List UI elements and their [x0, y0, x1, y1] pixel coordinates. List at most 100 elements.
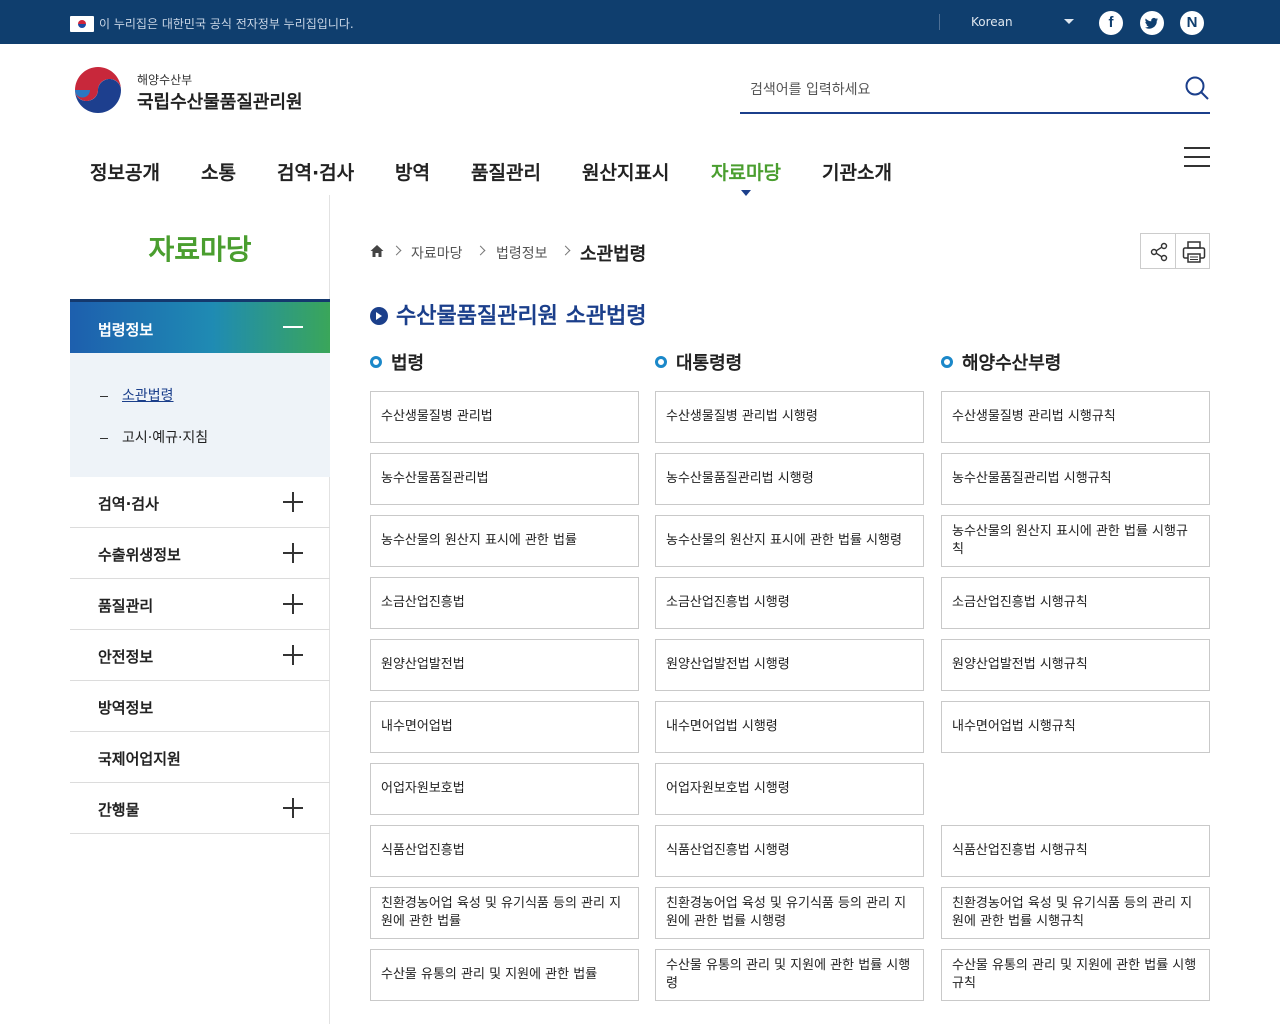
law-link-label: 수산물 유통의 관리 및 지원에 관한 법률 시행규칙: [952, 958, 1197, 991]
law-link[interactable]: 원양산업발전법: [370, 639, 639, 691]
chevron-right-icon: [391, 245, 402, 256]
law-link[interactable]: 내수면어업법: [370, 701, 639, 753]
sidebar-item-label: 간행물: [98, 801, 140, 819]
search-input[interactable]: [750, 78, 1150, 102]
law-link[interactable]: 식품산업진흥법: [370, 825, 639, 877]
print-icon[interactable]: [1182, 241, 1206, 263]
sidebar-item-label: 수출위생정보: [98, 546, 181, 564]
sidebar-item-label: 안전정보: [98, 648, 154, 666]
expand-icon[interactable]: [283, 543, 303, 563]
expand-icon[interactable]: [283, 798, 303, 818]
law-link[interactable]: 농수산물의 원산지 표시에 관한 법률: [370, 515, 639, 567]
sidebar-item-quality[interactable]: 품질관리: [70, 579, 330, 630]
breadcrumb-laws[interactable]: 법령정보: [496, 243, 548, 263]
law-link[interactable]: 농수산물의 원산지 표시에 관한 법률 시행령: [655, 515, 924, 567]
naver-icon[interactable]: N: [1180, 11, 1204, 35]
sidebar-item-quarantine[interactable]: 검역·검사: [70, 477, 330, 528]
divider: [939, 14, 940, 30]
sidebar-item-label: 방역정보: [98, 699, 154, 717]
collapse-icon[interactable]: [283, 326, 303, 328]
law-link[interactable]: 소금산업진흥법: [370, 577, 639, 629]
law-link[interactable]: 원양산업발전법 시행규칙: [941, 639, 1210, 691]
sidebar-item-publications[interactable]: 간행물: [70, 783, 330, 834]
law-link-label: 내수면어업법 시행규칙: [952, 719, 1076, 734]
law-link[interactable]: 수산물 유통의 관리 및 지원에 관한 법률 시행령: [655, 949, 924, 1001]
facebook-icon[interactable]: f: [1099, 11, 1123, 35]
expand-icon[interactable]: [283, 645, 303, 665]
law-link[interactable]: 농수산물품질관리법 시행규칙: [941, 453, 1210, 505]
law-link-label: 수산물 유통의 관리 및 지원에 관한 법률: [381, 967, 598, 982]
share-icon[interactable]: [1149, 242, 1169, 262]
chevron-right-icon: [560, 245, 571, 256]
gnb-data-room[interactable]: 자료마당: [711, 158, 781, 185]
expand-icon[interactable]: [283, 594, 303, 614]
law-link-label: 수산생물질병 관리법: [381, 409, 493, 424]
sidebar-subitem-notices[interactable]: 고시·예규·지침: [100, 427, 208, 447]
law-link[interactable]: 수산생물질병 관리법 시행규칙: [941, 391, 1210, 443]
gov-notice: 이 누리집은 대한민국 공식 전자정부 누리집입니다.: [99, 17, 354, 31]
law-link-label: 소금산업진흥법: [381, 595, 465, 610]
language-select[interactable]: Korean: [971, 15, 1013, 29]
law-link[interactable]: 식품산업진흥법 시행령: [655, 825, 924, 877]
gnb-communication[interactable]: 소통: [201, 158, 236, 185]
law-link[interactable]: 소금산업진흥법 시행규칙: [941, 577, 1210, 629]
twitter-icon[interactable]: [1140, 11, 1164, 35]
law-link[interactable]: 어업자원보호법: [370, 763, 639, 815]
gnb-disease-control[interactable]: 방역: [395, 158, 430, 185]
government-logo-icon[interactable]: [73, 65, 123, 115]
law-link[interactable]: 원양산업발전법 시행령: [655, 639, 924, 691]
sidebar-subitem-jurisdiction-laws[interactable]: 소관법령: [100, 385, 174, 405]
chevron-down-icon[interactable]: [1064, 19, 1074, 24]
law-link[interactable]: 내수면어업법 시행령: [655, 701, 924, 753]
org-name[interactable]: 국립수산물품질관리원: [137, 88, 303, 114]
law-link[interactable]: 수산생물질병 관리법: [370, 391, 639, 443]
sidebar-item-export-hygiene[interactable]: 수출위생정보: [70, 528, 330, 579]
sidebar-item-disease-control[interactable]: 방역정보: [70, 681, 330, 732]
law-link-label: 농수산물의 원산지 표시에 관한 법률 시행규칙: [952, 524, 1188, 557]
law-link-label: 어업자원보호법 시행령: [666, 781, 790, 796]
law-link[interactable]: 농수산물품질관리법 시행령: [655, 453, 924, 505]
law-link[interactable]: 수산물 유통의 관리 및 지원에 관한 법률 시행규칙: [941, 949, 1210, 1001]
law-link[interactable]: 농수산물의 원산지 표시에 관한 법률 시행규칙: [941, 515, 1210, 567]
law-link-label: 친환경농어업 육성 및 유기식품 등의 관리 지원에 관한 법률 시행규칙: [952, 896, 1193, 929]
law-link-label: 소금산업진흥법 시행규칙: [952, 595, 1088, 610]
circle-bullet-icon: [941, 356, 953, 368]
page-title: 수산물품질관리원 소관법령: [370, 298, 647, 330]
circle-bullet-icon: [370, 356, 382, 368]
law-link-label: 수산생물질병 관리법 시행령: [666, 409, 818, 424]
search-icon[interactable]: [1184, 75, 1210, 101]
hamburger-menu-icon[interactable]: [1184, 147, 1210, 167]
chevron-right-icon: [475, 245, 486, 256]
korean-flag-icon: [70, 16, 94, 32]
home-icon[interactable]: [370, 244, 384, 258]
law-link-label: 농수산물품질관리법 시행령: [666, 471, 814, 486]
expand-icon[interactable]: [283, 492, 303, 512]
law-link[interactable]: 수산생물질병 관리법 시행령: [655, 391, 924, 443]
gnb-info-disclosure[interactable]: 정보공개: [90, 158, 160, 185]
law-link-label: 친환경농어업 육성 및 유기식품 등의 관리 지원에 관한 법률 시행령: [666, 896, 907, 929]
breadcrumb-data-room[interactable]: 자료마당: [411, 243, 463, 263]
law-link[interactable]: 친환경농어업 육성 및 유기식품 등의 관리 지원에 관한 법률: [370, 887, 639, 939]
law-link-label: 농수산물품질관리법: [381, 471, 489, 486]
law-link[interactable]: 친환경농어업 육성 및 유기식품 등의 관리 지원에 관한 법률 시행령: [655, 887, 924, 939]
law-link[interactable]: 농수산물품질관리법: [370, 453, 639, 505]
law-link-label: 농수산물품질관리법 시행규칙: [952, 471, 1112, 486]
column-header-acts: 법령: [370, 349, 424, 375]
breadcrumb-current: 소관법령: [580, 244, 647, 265]
law-link-label: 어업자원보호법: [381, 781, 465, 796]
law-link[interactable]: 소금산업진흥법 시행령: [655, 577, 924, 629]
gnb-origin-labeling[interactable]: 원산지표시: [582, 158, 669, 185]
law-link[interactable]: 어업자원보호법 시행령: [655, 763, 924, 815]
law-link[interactable]: 내수면어업법 시행규칙: [941, 701, 1210, 753]
title-bullet-icon: [370, 307, 388, 325]
gnb-quarantine-inspection[interactable]: 검역·검사: [277, 158, 354, 185]
gnb-about[interactable]: 기관소개: [822, 158, 892, 185]
law-link-label: 내수면어업법 시행령: [666, 719, 778, 734]
sidebar-item-safety[interactable]: 안전정보: [70, 630, 330, 681]
law-link[interactable]: 수산물 유통의 관리 및 지원에 관한 법률: [370, 949, 639, 1001]
law-link[interactable]: 친환경농어업 육성 및 유기식품 등의 관리 지원에 관한 법률 시행규칙: [941, 887, 1210, 939]
law-link[interactable]: 식품산업진흥법 시행규칙: [941, 825, 1210, 877]
gnb-quality-control[interactable]: 품질관리: [471, 158, 541, 185]
sidebar-item-fishery-support[interactable]: 국제어업지원: [70, 732, 330, 783]
sidebar-item-laws[interactable]: 법령정보: [70, 299, 330, 353]
